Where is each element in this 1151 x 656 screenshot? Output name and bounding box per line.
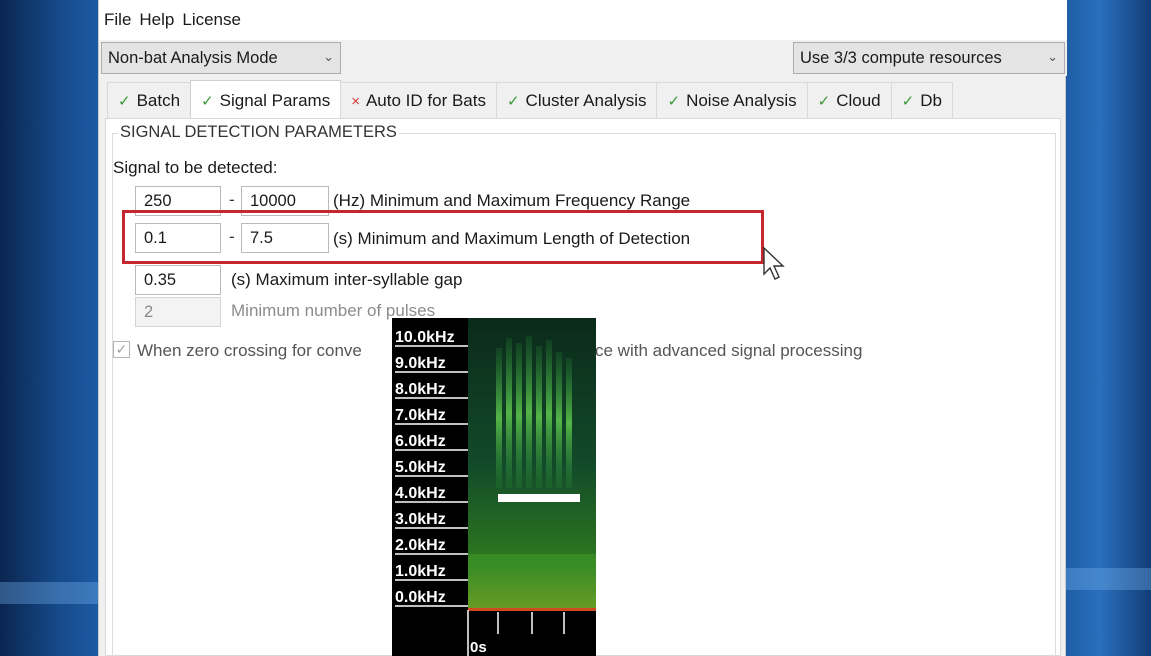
menu-bar: File Help License bbox=[99, 0, 1067, 40]
time-axis: 0s bbox=[467, 610, 565, 656]
tab-label: Db bbox=[920, 91, 942, 110]
inter-syllable-gap-input[interactable]: 0.35 bbox=[135, 265, 221, 295]
tab-label: Signal Params bbox=[219, 90, 331, 110]
tab-label: Auto ID for Bats bbox=[365, 91, 486, 110]
spectrogram-baseline bbox=[468, 608, 596, 611]
scale-bar bbox=[498, 494, 580, 502]
menu-license[interactable]: License bbox=[182, 10, 241, 30]
frequency-tick-label: 7.0kHz bbox=[395, 407, 446, 424]
tab-db[interactable]: ✓ Db bbox=[890, 82, 953, 119]
mouse-cursor-icon bbox=[763, 246, 785, 280]
check-icon: ✓ bbox=[817, 93, 831, 110]
compute-resources-value: Use 3/3 compute resources bbox=[800, 48, 1002, 67]
tab-label: Cloud bbox=[836, 91, 881, 110]
spectrogram-overlay: 10.0kHz 9.0kHz 8.0kHz 7.0kHz 6.0kHz 5.0kHz 4.0… bbox=[392, 318, 596, 656]
tab-batch[interactable]: ✓ Batch bbox=[107, 82, 192, 119]
frequency-tick-label: 10.0kHz bbox=[395, 329, 455, 346]
tab-signal-params[interactable]: ✓ Signal Params bbox=[190, 80, 342, 120]
cross-icon: × bbox=[351, 92, 360, 110]
frequency-tick-label: 0.0kHz bbox=[395, 589, 446, 606]
chevron-down-icon: ⌄ bbox=[1047, 49, 1058, 64]
spectrogram-low-band bbox=[468, 554, 596, 608]
check-icon: ✓ bbox=[901, 93, 915, 110]
frequency-tick-label: 2.0kHz bbox=[395, 537, 446, 554]
menu-help[interactable]: Help bbox=[139, 10, 174, 30]
range-dash: - bbox=[229, 190, 235, 209]
frequency-tick-label: 1.0kHz bbox=[395, 563, 446, 580]
tab-label: Cluster Analysis bbox=[525, 91, 647, 110]
tab-auto-id-for-bats[interactable]: × Auto ID for Bats bbox=[340, 82, 497, 119]
zero-crossing-label-start: When zero crossing for conve bbox=[137, 341, 362, 360]
frequency-tick-label: 3.0kHz bbox=[395, 511, 446, 528]
zero-crossing-label-end: ce with advanced signal processing bbox=[595, 341, 863, 360]
tab-noise-analysis[interactable]: ✓ Noise Analysis bbox=[656, 82, 808, 119]
tab-strip: ✓ Batch ✓ Signal Params × Auto ID for Ba… bbox=[107, 80, 953, 120]
inter-syllable-gap-label: (s) Maximum inter-syllable gap bbox=[231, 270, 463, 289]
desktop-light-left bbox=[0, 0, 98, 656]
analysis-mode-select[interactable]: Non-bat Analysis Mode ⌄ bbox=[101, 42, 341, 74]
spectrogram-chart: 10.0kHz 9.0kHz 8.0kHz 7.0kHz 6.0kHz 5.0kHz 4.0… bbox=[395, 318, 596, 656]
frequency-tick-label: 9.0kHz bbox=[395, 355, 446, 372]
highlight-box bbox=[122, 210, 764, 264]
analysis-mode-value: Non-bat Analysis Mode bbox=[108, 48, 278, 67]
time-label: 0s bbox=[470, 639, 487, 656]
chevron-down-icon: ⌄ bbox=[323, 49, 334, 64]
tab-label: Batch bbox=[136, 91, 181, 110]
zero-crossing-checkbox[interactable]: ✓ bbox=[113, 341, 130, 358]
compute-resources-select[interactable]: Use 3/3 compute resources ⌄ bbox=[793, 42, 1065, 74]
tab-cluster-analysis[interactable]: ✓ Cluster Analysis bbox=[495, 82, 658, 119]
check-icon: ✓ bbox=[506, 93, 520, 110]
check-icon: ✓ bbox=[667, 93, 681, 110]
mode-toolbar: Non-bat Analysis Mode ⌄ Use 3/3 compute … bbox=[99, 40, 1067, 76]
tab-cloud[interactable]: ✓ Cloud bbox=[806, 82, 892, 119]
desktop-light-right bbox=[1066, 0, 1151, 656]
desktop-light-beam bbox=[1066, 568, 1151, 590]
tab-label: Noise Analysis bbox=[686, 91, 797, 110]
frequency-tick-label: 8.0kHz bbox=[395, 381, 446, 398]
menu-file[interactable]: File bbox=[104, 10, 131, 30]
min-pulses-input: 2 bbox=[135, 297, 221, 327]
frequency-tick-label: 4.0kHz bbox=[395, 485, 446, 502]
frequency-tick-label: 5.0kHz bbox=[395, 459, 446, 476]
frequency-axis: 10.0kHz 9.0kHz 8.0kHz 7.0kHz 6.0kHz 5.0kHz 4.0… bbox=[395, 329, 468, 607]
desktop-light-beam bbox=[0, 582, 98, 604]
frequency-tick-label: 6.0kHz bbox=[395, 433, 446, 450]
check-icon: ✓ bbox=[201, 92, 214, 110]
group-title: SIGNAL DETECTION PARAMETERS bbox=[118, 123, 399, 142]
frequency-range-label: (Hz) Minimum and Maximum Frequency Range bbox=[333, 191, 691, 210]
signal-label: Signal to be detected: bbox=[113, 158, 278, 177]
check-icon: ✓ bbox=[118, 93, 131, 110]
